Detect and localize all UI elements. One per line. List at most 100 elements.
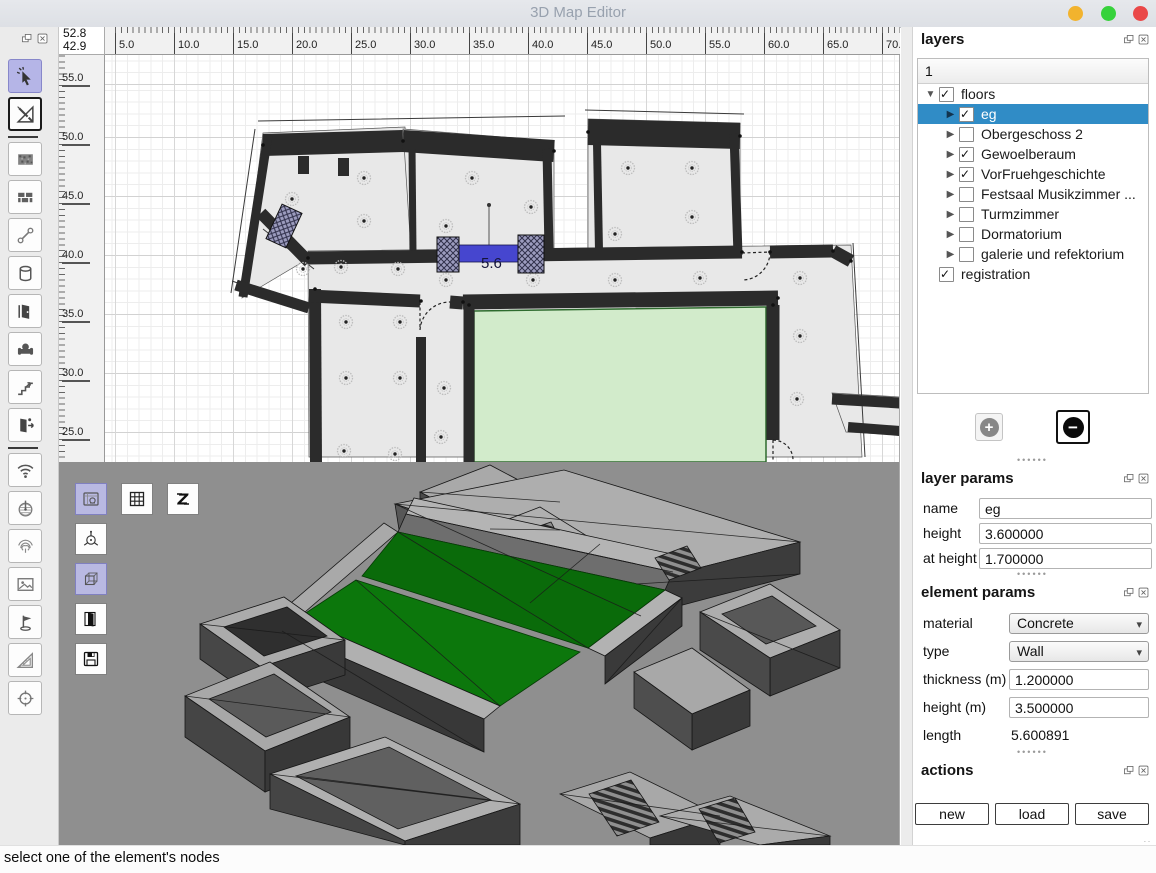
blueprint-icon <box>81 489 101 509</box>
tool-select[interactable] <box>8 59 42 93</box>
view3d-solid-view-button[interactable] <box>75 563 107 595</box>
tool-wall-brick[interactable] <box>8 180 42 214</box>
tool-crosshair[interactable] <box>8 681 42 715</box>
layer-row-floors[interactable]: ▼floors <box>918 84 1148 104</box>
armchair-icon <box>15 339 36 360</box>
wall-stub[interactable] <box>338 158 349 176</box>
load-button[interactable]: load <box>995 803 1069 825</box>
tool-column[interactable] <box>8 256 42 290</box>
thickness-field[interactable] <box>1009 669 1149 690</box>
plan-2d-canvas[interactable]: 5.6 <box>105 55 900 462</box>
add-layer-button[interactable]: + <box>975 413 1003 441</box>
splitter-handle[interactable]: •••••• <box>1017 569 1048 579</box>
wall-stub[interactable] <box>298 156 309 174</box>
chevron-right-icon[interactable]: ▶ <box>944 169 957 180</box>
layer-visibility-checkbox[interactable] <box>939 87 954 102</box>
close-icon[interactable] <box>1137 472 1150 485</box>
view3d-z-order-button[interactable] <box>167 483 199 515</box>
layer-row-gewoelberaum[interactable]: ▶Gewoelberaum <box>918 144 1148 164</box>
layer-visibility-checkbox[interactable] <box>959 207 974 222</box>
tool-flag[interactable] <box>8 605 42 639</box>
layer-params-title: layer params <box>921 470 1014 487</box>
layer-row-galerie-und-refektorium[interactable]: ▶ galerie und refektorium <box>918 244 1148 264</box>
layer-visibility-checkbox[interactable] <box>959 187 974 202</box>
layers-tree[interactable]: 1 ▼floors▶eg▶Obergeschoss 2▶Gewoelberaum… <box>917 58 1149 394</box>
chevron-right-icon[interactable]: ▶ <box>944 189 957 200</box>
layer-row-vorfruehgeschichte[interactable]: ▶VorFruehgeschichte <box>918 164 1148 184</box>
layer-visibility-checkbox[interactable] <box>959 227 974 242</box>
float-icon[interactable] <box>1122 586 1135 599</box>
layer-label: galerie und refektorium <box>981 246 1124 262</box>
view-3d-canvas[interactable] <box>59 462 900 845</box>
tool-node-link[interactable] <box>8 218 42 252</box>
close-icon[interactable] <box>1137 586 1150 599</box>
layer-row-festsaal-musikzimmer-[interactable]: ▶Festsaal Musikzimmer ... <box>918 184 1148 204</box>
float-icon[interactable] <box>1122 472 1135 485</box>
splitter-handle[interactable]: •••••• <box>1017 747 1048 757</box>
tool-setsquare[interactable] <box>8 643 42 677</box>
tool-stairs[interactable] <box>8 370 42 404</box>
layer-row-eg[interactable]: ▶eg <box>918 104 1148 124</box>
close-icon[interactable] <box>1137 33 1150 46</box>
tool-beacon[interactable] <box>8 491 42 525</box>
layer-visibility-checkbox[interactable] <box>959 127 974 142</box>
flag-icon <box>15 612 36 633</box>
splitter-handle[interactable]: •••••• <box>1017 455 1048 465</box>
chevron-right-icon[interactable]: ▶ <box>944 249 957 260</box>
layer-visibility-checkbox[interactable] <box>959 167 974 182</box>
element-height-field[interactable] <box>1009 697 1149 718</box>
tool-image[interactable] <box>8 567 42 601</box>
close-icon[interactable] <box>1137 764 1150 777</box>
close-icon[interactable] <box>36 32 49 45</box>
layer-row-dormatorium[interactable]: ▶Dormatorium <box>918 224 1148 244</box>
float-icon[interactable] <box>20 32 33 45</box>
titlebar[interactable]: 3D Map Editor <box>0 0 1156 28</box>
tool-door[interactable] <box>8 294 42 328</box>
layer-visibility-checkbox[interactable] <box>939 267 954 282</box>
float-icon[interactable] <box>1122 764 1135 777</box>
view3d-axis-gizmo-button[interactable] <box>75 523 107 555</box>
material-select[interactable]: Concrete <box>1009 613 1149 634</box>
tool-exit[interactable] <box>8 408 42 442</box>
layer-visibility-checkbox[interactable] <box>959 247 974 262</box>
layer-visibility-checkbox[interactable] <box>959 107 974 122</box>
layer-row-turmzimmer[interactable]: ▶Turmzimmer <box>918 204 1148 224</box>
window-title: 3D Map Editor <box>530 4 626 21</box>
chevron-right-icon[interactable]: ▶ <box>944 229 957 240</box>
tool-furniture[interactable] <box>8 332 42 366</box>
chevron-right-icon[interactable]: ▶ <box>944 209 957 220</box>
zoom-button[interactable] <box>1101 6 1116 21</box>
tool-dock <box>0 27 59 845</box>
chevron-right-icon[interactable]: ▶ <box>944 109 957 120</box>
courtyard-2d <box>474 307 766 462</box>
texture-icon <box>15 149 36 170</box>
panel-splitter[interactable] <box>901 27 912 845</box>
float-icon[interactable] <box>1122 33 1135 46</box>
name-field[interactable] <box>979 498 1152 519</box>
view3d-doors-toggle-button[interactable] <box>75 603 107 635</box>
tool-fingerprint[interactable] <box>8 529 42 563</box>
at-height-field[interactable] <box>979 548 1152 569</box>
view3d-save-view-button[interactable] <box>75 643 107 675</box>
view3d-plan-view-button[interactable] <box>75 483 107 515</box>
save-button[interactable]: save <box>1075 803 1149 825</box>
new-button[interactable]: new <box>915 803 989 825</box>
tool-wifi[interactable] <box>8 453 42 487</box>
height-field[interactable] <box>979 523 1152 544</box>
wall-node-handle[interactable] <box>518 235 544 273</box>
wall-node-handle[interactable] <box>437 237 459 272</box>
minimize-button[interactable] <box>1068 6 1083 21</box>
chevron-right-icon[interactable]: ▶ <box>944 129 957 140</box>
close-button[interactable] <box>1133 6 1148 21</box>
tool-measure[interactable] <box>8 97 42 131</box>
layer-row-obergeschoss-2[interactable]: ▶Obergeschoss 2 <box>918 124 1148 144</box>
layer-visibility-checkbox[interactable] <box>959 147 974 162</box>
type-select[interactable]: Wall <box>1009 641 1149 662</box>
minus-icon: − <box>1063 417 1084 438</box>
chevron-down-icon[interactable]: ▼ <box>924 89 937 100</box>
layer-row-registration[interactable]: registration <box>918 264 1148 284</box>
chevron-right-icon[interactable]: ▶ <box>944 149 957 160</box>
tool-texture[interactable] <box>8 142 42 176</box>
view3d-grid-toggle-button[interactable] <box>121 483 153 515</box>
remove-layer-button[interactable]: − <box>1056 410 1090 444</box>
